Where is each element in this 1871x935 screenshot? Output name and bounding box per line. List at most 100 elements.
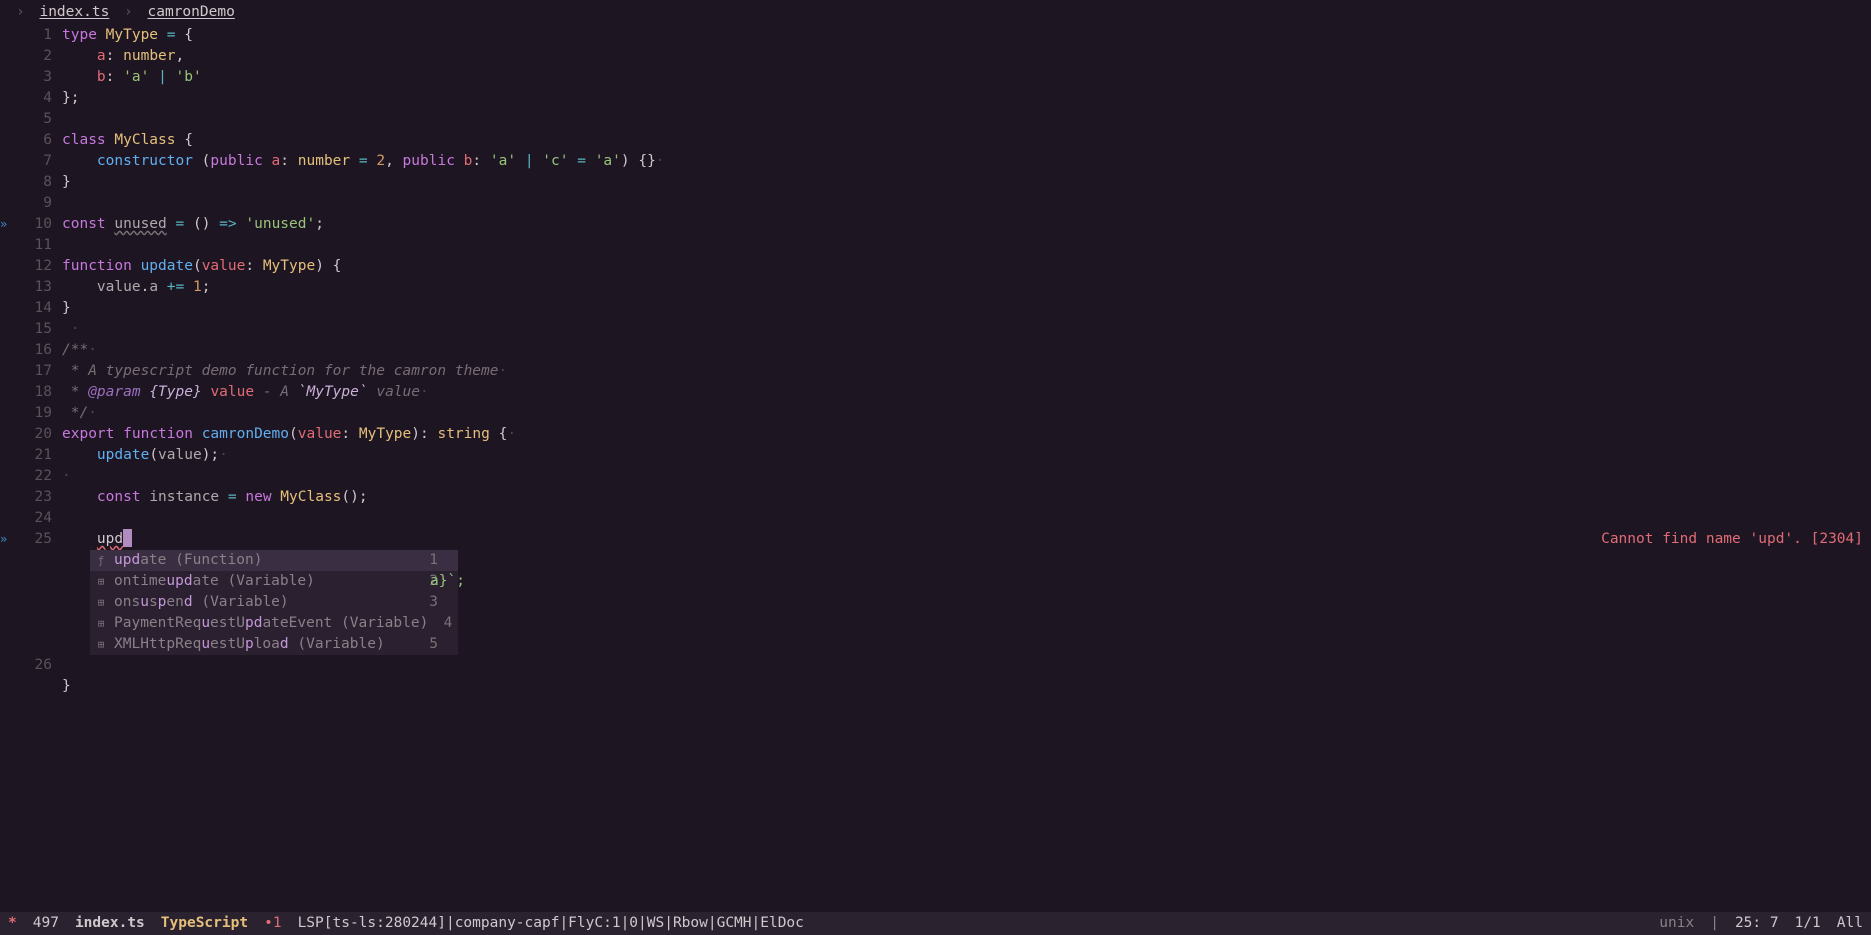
code-content[interactable]: } bbox=[62, 172, 71, 193]
cursor-position: 25: 7 bbox=[1727, 913, 1787, 934]
line-number: 23 bbox=[8, 487, 62, 508]
code-content[interactable]: a: number, bbox=[62, 46, 184, 67]
code-content[interactable]: type MyType = { bbox=[62, 25, 193, 46]
completion-item[interactable]: ⊞ontimeupdate (Variable)2 bbox=[90, 571, 458, 592]
code-content[interactable]: class MyClass { bbox=[62, 130, 193, 151]
code-content[interactable]: update(value);· bbox=[62, 445, 228, 466]
code-line[interactable]: 22· bbox=[0, 466, 1871, 487]
code-line[interactable]: 11 bbox=[0, 235, 1871, 256]
variable-icon: ⊞ bbox=[94, 595, 108, 611]
chevron-right-icon: › bbox=[16, 4, 25, 20]
code-editor[interactable]: 1type MyType = {2 a: number,3 b: 'a' | '… bbox=[0, 25, 1871, 697]
code-content[interactable]: const instance = new MyClass(); bbox=[62, 487, 368, 508]
line-number: 11 bbox=[8, 235, 62, 256]
code-line[interactable]: 20export function camronDemo(value: MyTy… bbox=[0, 424, 1871, 445]
completion-index: 4 bbox=[434, 613, 452, 634]
minor-modes: LSP[ts-ls:280244]|company-capf|FlyC:1|0|… bbox=[290, 913, 812, 934]
code-content[interactable]: */· bbox=[62, 403, 97, 424]
code-line[interactable]: 21 update(value);· bbox=[0, 445, 1871, 466]
line-number: 24 bbox=[8, 508, 62, 529]
line-number: 22 bbox=[8, 466, 62, 487]
code-content[interactable]: export function camronDemo(value: MyType… bbox=[62, 424, 516, 445]
breadcrumb-file[interactable]: index.ts bbox=[39, 4, 109, 20]
completion-item[interactable]: ⊞XMLHttpRequestUpload (Variable)5 bbox=[90, 634, 458, 655]
completion-item[interactable]: ⊞onsuspend (Variable)3 bbox=[90, 592, 458, 613]
line-number: 21 bbox=[8, 445, 62, 466]
code-line[interactable]: 14} bbox=[0, 298, 1871, 319]
line-number: 14 bbox=[8, 298, 62, 319]
variable-icon: ⊞ bbox=[94, 574, 108, 590]
code-content[interactable]: * A typescript demo function for the cam… bbox=[62, 361, 507, 382]
completion-popup[interactable]: ƒupdate (Function)1⊞ontimeupdate (Variab… bbox=[90, 550, 458, 655]
code-line[interactable]: 3 b: 'a' | 'b' bbox=[0, 67, 1871, 88]
code-line[interactable]: 15 · bbox=[0, 319, 1871, 340]
breadcrumb-symbol[interactable]: camronDemo bbox=[148, 4, 235, 20]
code-line[interactable]: 4}; bbox=[0, 88, 1871, 109]
line-number: 1 bbox=[8, 25, 62, 46]
code-line[interactable]: 12function update(value: MyType) { bbox=[0, 256, 1871, 277]
line-number: 10 bbox=[8, 214, 62, 235]
completion-label: PaymentRequestUpdateEvent (Variable) bbox=[114, 613, 428, 634]
fringe-marker: » bbox=[0, 531, 8, 548]
code-line[interactable]: 7 constructor (public a: number = 2, pub… bbox=[0, 151, 1871, 172]
code-line[interactable]: 17 * A typescript demo function for the … bbox=[0, 361, 1871, 382]
code-content[interactable]: }; bbox=[62, 88, 79, 109]
completion-item[interactable]: ⊞PaymentRequestUpdateEvent (Variable)4 bbox=[90, 613, 458, 634]
completion-label: update (Function) bbox=[114, 550, 414, 571]
code-line[interactable]: 26 bbox=[0, 655, 1871, 676]
breadcrumb: › index.ts › camronDemo bbox=[0, 0, 1871, 25]
code-content[interactable]: const unused = () => 'unused'; bbox=[62, 214, 324, 235]
error-dot-icon: •1 bbox=[256, 913, 289, 934]
code-line[interactable]: 23 const instance = new MyClass(); bbox=[0, 487, 1871, 508]
code-line[interactable]: »25 upd bbox=[0, 529, 1871, 550]
line-number: 2 bbox=[8, 46, 62, 67]
code-content[interactable]: · bbox=[62, 319, 79, 340]
line-number: 25 bbox=[8, 529, 62, 550]
line-number: 19 bbox=[8, 403, 62, 424]
completion-index: 3 bbox=[420, 592, 438, 613]
code-content[interactable]: · bbox=[62, 466, 71, 487]
code-content[interactable]: function update(value: MyType) { bbox=[62, 256, 341, 277]
completion-index: 1 bbox=[420, 550, 438, 571]
code-line[interactable]: 18 * @param {Type} value - A `MyType` va… bbox=[0, 382, 1871, 403]
code-line[interactable]: 9 bbox=[0, 193, 1871, 214]
code-content[interactable]: /**· bbox=[62, 340, 97, 361]
line-number: 26 bbox=[8, 655, 62, 676]
line-number: 9 bbox=[8, 193, 62, 214]
line-number: 17 bbox=[8, 361, 62, 382]
inline-diagnostic: Cannot find name 'upd'. [2304] bbox=[1601, 529, 1863, 550]
code-content[interactable]: upd bbox=[62, 529, 132, 550]
page-indicator: 1/1 bbox=[1787, 913, 1829, 934]
code-behind-popup: a}`; bbox=[430, 571, 465, 592]
code-content[interactable]: } bbox=[62, 298, 71, 319]
code-line[interactable]: »10const unused = () => 'unused'; bbox=[0, 214, 1871, 235]
line-number: 5 bbox=[8, 109, 62, 130]
code-content[interactable] bbox=[62, 655, 97, 676]
major-mode[interactable]: TypeScript bbox=[153, 913, 256, 934]
status-sep: | bbox=[1702, 913, 1727, 934]
filename[interactable]: index.ts bbox=[67, 913, 153, 934]
code-line[interactable]: 13 value.a += 1; bbox=[0, 277, 1871, 298]
code-content[interactable]: value.a += 1; bbox=[62, 277, 210, 298]
code-content[interactable]: constructor (public a: number = 2, publi… bbox=[62, 151, 665, 172]
line-number: 18 bbox=[8, 382, 62, 403]
completion-index: 5 bbox=[420, 634, 438, 655]
line-number: 20 bbox=[8, 424, 62, 445]
fringe-marker: » bbox=[0, 216, 8, 233]
code-line[interactable]: } bbox=[0, 676, 1871, 697]
code-content[interactable]: } bbox=[62, 676, 88, 697]
code-content[interactable]: * @param {Type} value - A `MyType` value… bbox=[62, 382, 429, 403]
completion-item[interactable]: ƒupdate (Function)1 bbox=[90, 550, 458, 571]
code-line[interactable]: 2 a: number, bbox=[0, 46, 1871, 67]
line-number: 13 bbox=[8, 277, 62, 298]
code-line[interactable]: 5 bbox=[0, 109, 1871, 130]
code-line[interactable]: 16/**· bbox=[0, 340, 1871, 361]
code-line[interactable]: 8} bbox=[0, 172, 1871, 193]
code-line[interactable]: 19 */· bbox=[0, 403, 1871, 424]
code-line[interactable]: 24 bbox=[0, 508, 1871, 529]
code-content[interactable]: b: 'a' | 'b' bbox=[62, 67, 202, 88]
completion-label: ontimeupdate (Variable) bbox=[114, 571, 414, 592]
code-line[interactable]: 6class MyClass { bbox=[0, 130, 1871, 151]
code-line[interactable]: 1type MyType = { bbox=[0, 25, 1871, 46]
variable-icon: ⊞ bbox=[94, 637, 108, 653]
